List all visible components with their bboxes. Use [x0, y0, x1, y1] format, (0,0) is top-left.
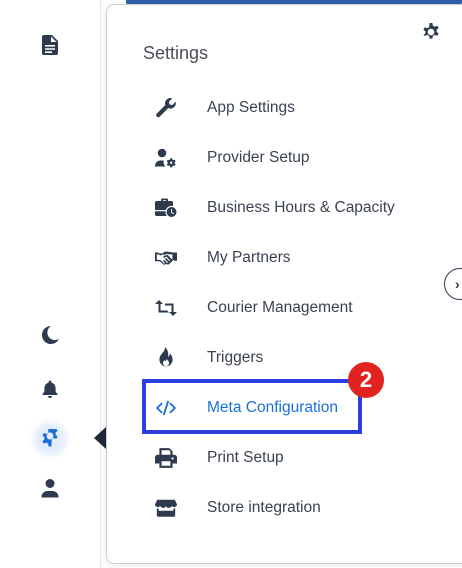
annotation-highlight-box	[142, 379, 362, 434]
menu-item-label: Triggers	[207, 349, 264, 366]
document-icon[interactable]	[38, 33, 62, 57]
user-gear-icon	[143, 147, 191, 169]
menu-item-label: My Partners	[207, 249, 291, 266]
settings-menu-panel: Settings App Settings Provider Setup Bus…	[106, 4, 462, 564]
wrench-icon	[143, 97, 191, 119]
business-time-icon	[143, 197, 191, 219]
handshake-icon	[143, 247, 191, 269]
menu-item-print-setup[interactable]: Print Setup	[143, 438, 443, 478]
fire-icon	[143, 347, 191, 369]
chevron-right-icon: ›	[455, 276, 460, 292]
bell-icon[interactable]	[38, 377, 62, 401]
menu-item-label: Provider Setup	[207, 149, 310, 166]
menu-item-provider-setup[interactable]: Provider Setup	[143, 138, 443, 178]
menu-item-label: Business Hours & Capacity	[207, 199, 395, 216]
panel-title: Settings	[143, 43, 209, 63]
menu-item-app-settings[interactable]: App Settings	[143, 88, 443, 128]
menu-item-label: Courier Management	[207, 299, 353, 316]
menu-item-label: Store integration	[207, 499, 321, 516]
menu-item-business-hours[interactable]: Business Hours & Capacity	[143, 188, 443, 228]
sidebar	[0, 0, 101, 568]
menu-item-courier-management[interactable]: Courier Management	[143, 288, 443, 328]
moon-icon[interactable]	[38, 323, 62, 347]
user-icon[interactable]	[38, 476, 62, 500]
print-icon	[143, 447, 191, 469]
retweet-icon	[143, 297, 191, 319]
menu-item-triggers[interactable]: Triggers	[143, 338, 443, 378]
menu-item-store-integration[interactable]: Store integration	[143, 488, 443, 528]
menu-item-label: App Settings	[207, 99, 295, 116]
menu-pointer	[94, 427, 106, 449]
gear-icon[interactable]	[38, 427, 62, 451]
gear-icon[interactable]	[421, 23, 443, 45]
store-icon	[143, 497, 191, 519]
menu-item-my-partners[interactable]: My Partners	[143, 238, 443, 278]
menu-item-label: Print Setup	[207, 449, 284, 466]
step-number-badge: 2	[348, 362, 384, 398]
